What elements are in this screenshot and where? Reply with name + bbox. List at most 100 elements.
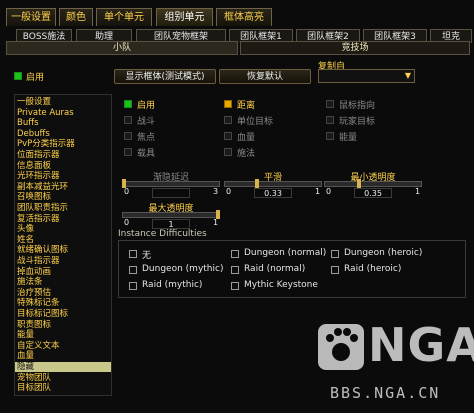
tab-arena[interactable]: 竞技场 <box>240 41 470 55</box>
chevron-down-icon: ▼ <box>404 71 411 80</box>
sidebar-item[interactable]: PvP分类指示器 <box>17 139 109 149</box>
slider-value[interactable]: 0.35 <box>354 188 392 198</box>
enable-checkbox[interactable] <box>14 72 22 80</box>
sidebar-item[interactable]: 姓名 <box>17 235 109 245</box>
option-label: 载具 <box>137 149 156 159</box>
slider-track[interactable] <box>122 181 220 187</box>
option-checkbox[interactable] <box>124 116 132 124</box>
option-label: 鼠标指向 <box>339 101 376 111</box>
slider-min: 0 <box>226 187 232 196</box>
sidebar-item[interactable]: 副本减益光环 <box>17 182 109 192</box>
sidebar-item[interactable]: 目标团队 <box>17 383 109 393</box>
option-label: 焦点 <box>137 133 156 143</box>
slider-min: 0 <box>326 187 332 196</box>
copy-from-dropdown[interactable]: ▼ <box>318 69 415 83</box>
option-checkbox[interactable] <box>326 132 334 140</box>
option-label: 距离 <box>237 101 256 111</box>
instance-difficulties-panel: 无 Dungeon (normal) Dungeon (heroic) Dungeon… <box>118 240 466 298</box>
option-checkbox[interactable] <box>124 132 132 140</box>
tab-general[interactable]: 一般设置 <box>6 8 56 26</box>
option-label: 施法 <box>237 149 256 159</box>
sidebar: 一般设置 Private Auras Buffs Debuffs PvP分类指示器 位面指… <box>14 94 112 396</box>
difficulty-label: Mythic Keystone <box>244 280 318 290</box>
slider-max: 1 <box>213 218 219 227</box>
difficulty-checkbox[interactable] <box>331 266 339 274</box>
slider-max: 3 <box>213 187 219 196</box>
slider-thumb[interactable] <box>356 179 361 188</box>
tab-single-unit[interactable]: 单个单元 <box>96 8 152 26</box>
sidebar-item[interactable]: 掉血动画 <box>17 267 109 277</box>
option-checkbox[interactable] <box>326 116 334 124</box>
sidebar-item[interactable]: 团队职责指示 <box>17 203 109 213</box>
sidebar-item[interactable]: 宠物团队 <box>17 373 109 383</box>
difficulty-checkbox[interactable] <box>129 250 137 258</box>
sidebar-item[interactable]: 头像 <box>17 224 109 234</box>
option-checkbox[interactable] <box>224 100 232 108</box>
nga-logo-text: NGA <box>368 318 474 372</box>
sidebar-item[interactable]: 血量 <box>17 351 109 361</box>
option-checkbox[interactable] <box>224 116 232 124</box>
difficulty-checkbox[interactable] <box>129 266 137 274</box>
sidebar-item[interactable]: 战斗指示器 <box>17 256 109 266</box>
slider-max: 1 <box>315 187 321 196</box>
sidebar-item[interactable]: 位面指示器 <box>17 150 109 160</box>
difficulty-label: Dungeon (normal) <box>244 248 327 258</box>
show-frames-button[interactable]: 显示框体(测试模式) <box>114 69 216 84</box>
sidebar-item[interactable]: 职责图标 <box>17 320 109 330</box>
sidebar-item[interactable]: 一般设置 <box>17 97 109 107</box>
slider-track[interactable] <box>324 181 422 187</box>
sidebar-item[interactable]: 就绪确认图标 <box>17 245 109 255</box>
difficulty-checkbox[interactable] <box>331 250 339 258</box>
sidebar-item[interactable]: 召唤图标 <box>17 192 109 202</box>
sidebar-item[interactable]: 光环指示器 <box>17 171 109 181</box>
slider-value[interactable]: 1 <box>152 219 190 229</box>
sidebar-item[interactable]: Buffs <box>17 118 109 128</box>
sidebar-item[interactable]: Debuffs <box>17 129 109 139</box>
sidebar-item[interactable]: 特殊标记条 <box>17 298 109 308</box>
difficulty-checkbox[interactable] <box>231 282 239 290</box>
sidebar-item[interactable]: 复活指示器 <box>17 214 109 224</box>
option-checkbox[interactable] <box>124 148 132 156</box>
difficulty-label: Raid (normal) <box>244 264 306 274</box>
slider-value[interactable]: 0.33 <box>254 188 292 198</box>
slider-thumb[interactable] <box>255 179 260 188</box>
tab-frame-highlight[interactable]: 框体高亮 <box>216 8 272 26</box>
difficulty-checkbox[interactable] <box>129 282 137 290</box>
slider-max: 1 <box>415 187 421 196</box>
sidebar-item[interactable]: 能量 <box>17 330 109 340</box>
tab-group-unit[interactable]: 组别单元 <box>156 8 213 26</box>
option-checkbox[interactable] <box>224 132 232 140</box>
restore-default-button[interactable]: 恢复默认 <box>219 69 311 84</box>
nga-url: BBS.NGA.CN <box>330 384 441 402</box>
sidebar-item[interactable]: 信息面板 <box>17 161 109 171</box>
slider-track[interactable] <box>224 181 322 187</box>
sidebar-item[interactable]: 隐藏 <box>15 362 111 372</box>
sidebar-item[interactable]: 施法条 <box>17 277 109 287</box>
difficulty-label: Dungeon (mythic) <box>142 264 224 274</box>
option-checkbox[interactable] <box>124 100 132 108</box>
sidebar-item[interactable]: Private Auras <box>17 108 109 118</box>
option-checkbox[interactable] <box>326 100 334 108</box>
option-label: 单位目标 <box>237 117 274 127</box>
option-checkbox[interactable] <box>224 148 232 156</box>
enable-label: 启用 <box>26 73 45 83</box>
option-label: 启用 <box>137 101 156 111</box>
slider-value[interactable] <box>152 188 190 198</box>
sidebar-item[interactable]: 目标标记图标 <box>17 309 109 319</box>
difficulty-label: Raid (heroic) <box>344 264 402 274</box>
slider-min: 0 <box>124 187 130 196</box>
nga-logo: NGA <box>318 318 474 379</box>
slider-track[interactable] <box>122 212 220 218</box>
tab-color[interactable]: 颜色 <box>59 8 93 26</box>
option-label: 玩家目标 <box>339 117 376 127</box>
difficulty-label: 无 <box>142 251 152 261</box>
difficulty-label: Raid (mythic) <box>142 280 203 290</box>
slider-min: 0 <box>124 218 130 227</box>
difficulty-label: Dungeon (heroic) <box>344 248 423 258</box>
difficulty-checkbox[interactable] <box>231 266 239 274</box>
tab-party[interactable]: 小队 <box>6 41 238 55</box>
option-label: 能量 <box>339 133 358 143</box>
sidebar-item[interactable]: 自定义文本 <box>17 341 109 351</box>
difficulty-checkbox[interactable] <box>231 250 239 258</box>
sidebar-item[interactable]: 治疗预估 <box>17 288 109 298</box>
